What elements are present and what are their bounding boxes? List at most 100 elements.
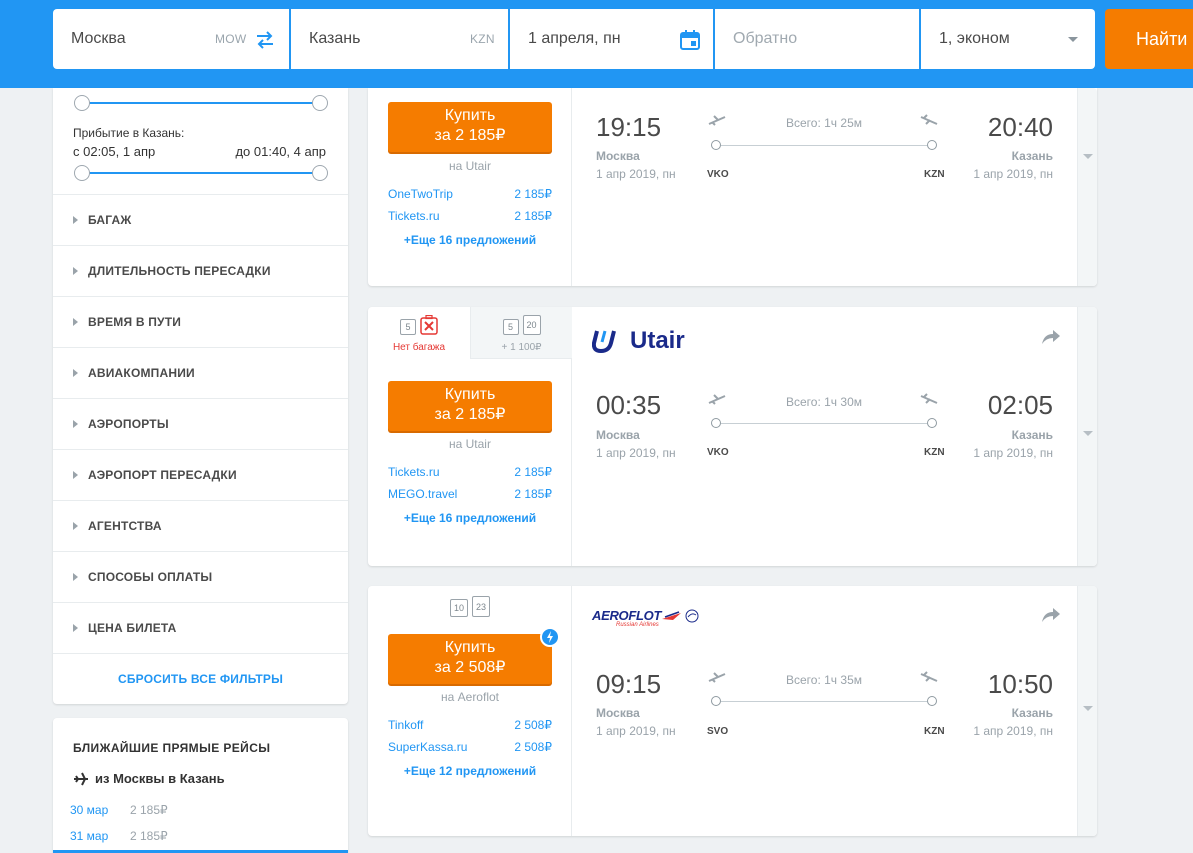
origin-code: MOW [215,32,247,46]
baggage-options: 5 Нет багажа 5 20 + 1 100₽ [368,307,572,359]
baggage-surcharge: + 1 100₽ [501,342,542,353]
calendar-icon[interactable] [680,30,700,50]
buy-label: Купить [444,639,496,656]
return-placeholder: Обратно [733,30,798,47]
buy-button[interactable]: Купить за 2 185₽ [388,102,552,152]
nearest-date: 31 мар [70,829,109,843]
filter-travel-time[interactable]: ВРЕМЯ В ПУТИ [53,296,348,347]
airline-tagline: Russian Airlines [616,622,659,628]
departure-city: Москва [596,706,640,720]
bag-size: 10 [453,603,464,613]
filter-layover-duration[interactable]: ДЛИТЕЛЬНОСТЬ ПЕРЕСАДКИ [53,245,348,296]
airline-name: Utair [630,327,685,354]
filter-label: АЭРОПОРТЫ [88,417,169,431]
arrival-time-slider[interactable] [74,165,328,181]
slider-handle-max[interactable] [312,165,328,181]
filter-layover-airport[interactable]: АЭРОПОРТ ПЕРЕСАДКИ [53,449,348,500]
arrival-time: 02:05 [987,390,1053,420]
filter-payment-methods[interactable]: СПОСОБЫ ОПЛАТЫ [53,551,348,602]
chevron-down-icon[interactable] [1068,37,1078,42]
offer-agency: Tickets.ru [388,209,440,223]
offer-row[interactable]: OneTwoTrip 2 185₽ [388,187,552,201]
arrival-airport-code: KZN [924,169,945,180]
baggage-option-no-bag[interactable]: 5 Нет багажа [368,307,470,359]
filter-airlines[interactable]: АВИАКОМПАНИИ [53,347,348,398]
filter-ticket-price[interactable]: ЦЕНА БИЛЕТА [53,602,348,653]
departure-time-slider[interactable] [74,95,328,111]
arrival-city: Казань [1011,149,1053,163]
offer-price: 2 185₽ [514,209,552,223]
slider-handle-min[interactable] [74,165,90,181]
offer-row[interactable]: Tickets.ru 2 185₽ [388,209,552,223]
route-end-dot [927,418,937,428]
return-date-field[interactable]: Обратно [715,9,919,69]
offer-row[interactable]: SuperKassa.ru 2 508₽ [388,740,552,754]
route-end-dot [927,140,937,150]
buy-price: за 2 185₽ [434,127,506,144]
filter-agencies[interactable]: АГЕНТСТВА [53,500,348,551]
landing-icon [920,671,938,682]
destination-field[interactable]: Казань KZN [291,9,508,69]
more-offers-link[interactable]: +Еще 16 предложений [368,511,572,525]
offer-row[interactable]: Tinkoff 2 508₽ [388,718,552,732]
departure-date: 1 апр 2019, пн [596,724,676,738]
arrival-date: 1 апр 2019, пн [973,446,1053,460]
share-icon[interactable] [1041,607,1061,623]
baggage-option-with-bag[interactable]: 5 20 + 1 100₽ [470,307,572,359]
expand-ticket-toggle[interactable] [1077,307,1097,566]
expand-ticket-toggle[interactable] [1077,88,1097,286]
passengers-value: 1, эконом [939,30,1010,47]
swap-icon[interactable] [254,30,276,50]
departure-time: 00:35 [596,390,662,420]
filter-airports[interactable]: АЭРОПОРТЫ [53,398,348,449]
baggage-icon: 20 [522,315,541,335]
filter-label: АГЕНТСТВА [88,519,162,533]
departure-time: 19:15 [596,112,662,142]
chevron-down-icon [1083,706,1093,711]
chevron-right-icon [73,216,78,224]
arrival-date: 1 апр 2019, пн [973,724,1053,738]
share-icon[interactable] [1041,329,1061,345]
slider-handle-min[interactable] [74,95,90,111]
bag-size: 5 [507,322,513,332]
departure-date: 1 апр 2019, пн [596,446,676,460]
bag-size: 23 [475,601,486,612]
filter-label: ЦЕНА БИЛЕТА [88,621,177,635]
buy-price: за 2 508₽ [434,659,506,676]
destination-value: Казань [309,30,361,47]
nearest-price: 2 185₽ [130,803,168,817]
offer-row[interactable]: Tickets.ru 2 185₽ [388,465,552,479]
offer-price: 2 185₽ [514,465,552,479]
no-baggage-icon [420,315,438,335]
buy-button[interactable]: Купить за 2 508₽ [388,634,552,684]
no-baggage-label: Нет багажа [392,342,446,353]
takeoff-icon [708,672,726,683]
nearest-date: 30 мар [70,803,109,817]
landing-icon [920,393,938,404]
nearest-row[interactable]: 31 мар 2 185₽ [70,829,168,843]
route-start-dot [711,696,721,706]
filter-baggage[interactable]: БАГАЖ [53,194,348,245]
landing-icon [920,114,938,125]
expand-ticket-toggle[interactable] [1077,586,1097,836]
offer-row[interactable]: MEGO.travel 2 185₽ [388,487,552,501]
chevron-right-icon [73,522,78,530]
buy-button[interactable]: Купить за 2 185₽ [388,381,552,431]
nearest-row[interactable]: 30 мар 2 185₽ [70,803,168,817]
nearest-route-label: из Москвы в Казань [95,771,225,786]
offer-agency: SuperKassa.ru [388,740,468,754]
reset-filters-button[interactable]: СБРОСИТЬ ВСЕ ФИЛЬТРЫ [53,653,348,704]
departure-city: Москва [596,149,640,163]
more-offers-link[interactable]: +Еще 12 предложений [368,764,572,778]
filter-label: АВИАКОМПАНИИ [88,366,195,380]
find-button[interactable]: Найти [1105,9,1193,69]
aeroflot-wings-icon [662,610,682,620]
agent-label: на Aeroflot [441,690,499,704]
offer-price: 2 185₽ [514,487,552,501]
reset-filters-label: СБРОСИТЬ ВСЕ ФИЛЬТРЫ [117,672,284,686]
more-offers-link[interactable]: +Еще 16 предложений [368,233,572,247]
arrival-airport-code: KZN [924,447,945,458]
departure-airport-code: VKO [707,447,729,458]
arrival-label: Прибытие в Казань: [73,126,185,140]
slider-handle-max[interactable] [312,95,328,111]
